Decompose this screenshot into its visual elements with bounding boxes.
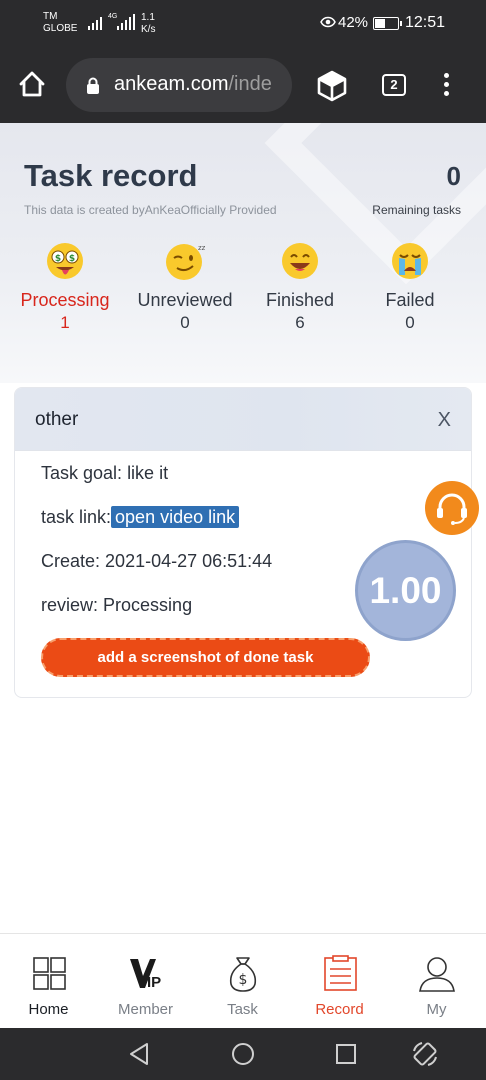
svg-text:$: $ <box>238 972 247 988</box>
tab-switcher-button[interactable]: 2 <box>382 74 406 96</box>
vip-icon: IP <box>129 959 161 991</box>
money-eyes-face-icon: $ $ <box>47 243 83 279</box>
nav-my[interactable]: My <box>388 954 485 1018</box>
battery-percentage: 42% <box>338 14 369 31</box>
status-bar: TM GLOBE 4G 1.1 K/s 42% 12:51 <box>0 0 486 48</box>
nav-record[interactable]: Record <box>291 954 388 1018</box>
carrier-name: TM GLOBE <box>43 11 77 35</box>
task-create-row: Create: 2021-04-27 06:51:44 <box>41 551 272 572</box>
svg-text:zz: zz <box>198 244 206 252</box>
task-goal-label: Task goal: <box>41 463 123 483</box>
stat-unreviewed-count: 0 <box>180 313 190 332</box>
task-link-row: task link: open video link <box>41 506 240 528</box>
signal-icon <box>88 14 102 30</box>
money-bag-icon: $ <box>229 957 256 992</box>
stat-finished-label: Finished <box>265 290 335 310</box>
remaining-tasks-count: 0 <box>446 161 461 191</box>
record-header: Task record This data is created byAnKea… <box>0 123 486 383</box>
grid-icon <box>32 957 66 990</box>
task-create-value: 2021-04-27 06:51:44 <box>105 551 273 571</box>
task-goal-row: Task goal: like it <box>41 463 168 484</box>
url-text: ankeam.com/inde <box>114 73 272 96</box>
stat-failed-count: 0 <box>405 313 415 332</box>
nav-home-label: Home <box>28 1001 69 1018</box>
close-button[interactable]: X <box>438 409 451 432</box>
url-path: /inde <box>228 73 272 95</box>
address-bar[interactable]: ankeam.com/inde <box>66 58 292 112</box>
speed-value: 1.1 <box>141 12 155 23</box>
nav-member-label: Member <box>117 1001 173 1018</box>
carrier-line2: GLOBE <box>43 23 78 34</box>
stat-finished[interactable]: Finished 6 <box>245 241 355 333</box>
nav-task[interactable]: $ Task <box>194 954 291 1018</box>
battery-icon <box>373 17 402 30</box>
stat-finished-count: 6 <box>295 313 305 332</box>
task-card-title: other <box>35 409 79 430</box>
winking-face-icon: zz <box>166 244 206 280</box>
cube-icon[interactable] <box>316 70 348 102</box>
stat-processing[interactable]: $ $ Processing 1 <box>10 241 120 333</box>
signal-icon-2 <box>117 14 135 30</box>
eye-icon <box>320 16 336 28</box>
balance-badge[interactable]: 1.00 <box>355 540 456 641</box>
stat-unreviewed[interactable]: zz Unreviewed 0 <box>130 241 240 333</box>
nav-my-label: My <box>426 1001 447 1018</box>
stat-processing-label: Processing <box>20 290 110 310</box>
task-review-row: review: Processing <box>41 595 192 616</box>
stat-failed[interactable]: Failed 0 <box>355 241 465 333</box>
rotate-screen-icon[interactable] <box>410 1039 440 1069</box>
network-type: 4G <box>108 13 118 20</box>
home-icon[interactable] <box>18 70 46 98</box>
grinning-face-icon <box>282 243 318 279</box>
stat-processing-count: 1 <box>60 313 70 332</box>
svg-text:$: $ <box>69 254 75 264</box>
headset-icon <box>437 493 467 525</box>
home-circle-icon[interactable] <box>231 1042 255 1066</box>
nav-task-label: Task <box>227 1001 258 1018</box>
remaining-tasks-label: Remaining tasks <box>372 203 461 217</box>
task-link-label: task link: <box>41 507 112 527</box>
user-icon <box>418 957 455 992</box>
crying-face-icon <box>392 243 428 279</box>
page-title: Task record <box>24 158 198 193</box>
open-video-link[interactable]: open video link <box>111 506 240 528</box>
task-create-label: Create: <box>41 551 101 571</box>
clipboard-icon <box>323 955 357 991</box>
task-goal-value: like it <box>127 463 169 483</box>
status-time: 12:51 <box>405 14 446 31</box>
task-review-label: review: <box>41 595 99 615</box>
back-icon[interactable] <box>128 1042 150 1066</box>
customer-support-button[interactable] <box>425 481 479 535</box>
nav-record-label: Record <box>315 1001 364 1018</box>
svg-text:IP: IP <box>147 974 161 991</box>
task-review-value: Processing <box>103 595 193 615</box>
task-card-header: other X <box>15 388 471 451</box>
stat-unreviewed-label: Unreviewed <box>137 290 233 310</box>
lock-icon <box>87 77 99 94</box>
speed-unit: K/s <box>141 24 156 35</box>
network-speed: 1.1 K/s <box>141 12 155 36</box>
nav-home[interactable]: Home <box>0 954 97 1018</box>
bottom-nav: Home IP Member $ Task Record My <box>0 933 486 1028</box>
nav-member[interactable]: IP Member <box>97 954 194 1018</box>
carrier-line1: TM <box>43 11 58 22</box>
add-screenshot-button[interactable]: add a screenshot of done task <box>41 638 370 677</box>
svg-text:$: $ <box>55 254 61 264</box>
browser-toolbar: ankeam.com/inde 2 <box>0 48 486 123</box>
recent-apps-icon[interactable] <box>335 1043 357 1065</box>
more-menu-icon[interactable] <box>444 73 450 100</box>
stat-failed-label: Failed <box>385 290 435 310</box>
system-navigation-bar <box>0 1028 486 1080</box>
page-subtitle: This data is created byAnKeaOfficially P… <box>24 203 277 217</box>
url-domain: ankeam.com <box>114 73 229 95</box>
